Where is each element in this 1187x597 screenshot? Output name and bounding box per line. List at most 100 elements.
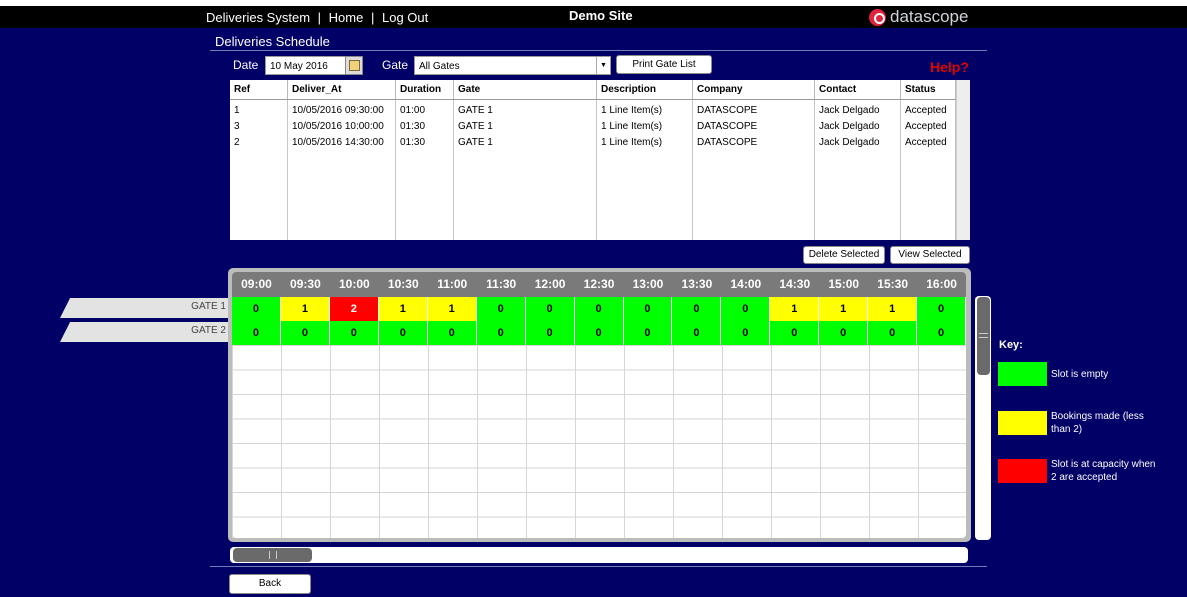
schedule-slot[interactable]: 1 [280,297,330,321]
logout-link[interactable]: Log Out [382,10,428,25]
chevron-down-icon[interactable]: ▼ [596,57,610,74]
gate-select[interactable]: All Gates ▼ [414,56,611,75]
date-label: Date [233,58,259,72]
column-header[interactable]: Company [693,80,815,99]
key-swatch-bookings [998,411,1047,435]
schedule-slot[interactable]: 0 [917,321,967,345]
gate-row-label: GATE 1 [60,298,228,318]
key-text-bookings: Bookings made (less than 2) [1051,411,1144,435]
table-cell: GATE 1 [458,105,493,116]
schedule-slot[interactable]: 0 [623,297,673,321]
logo-text: datascope [890,7,969,26]
schedule-slot[interactable]: 0 [868,321,918,345]
schedule-slot[interactable]: 0 [574,321,624,345]
time-slot-header: 15:00 [828,277,860,291]
table-row[interactable]: 3 10/05/2016 10:00:00 01:30 GATE 1 1 Line It… [230,116,956,132]
schedule-slot[interactable]: 2 [329,297,379,321]
horizontal-scroll-thumb[interactable] [233,548,312,562]
schedule-slot[interactable]: 1 [378,297,428,321]
key-swatch-empty [998,362,1047,386]
table-cell: 01:30 [400,121,426,132]
datascope-logo: datascope [869,7,968,27]
view-selected-button[interactable]: View Selected [890,246,970,264]
schedule-slot[interactable]: 1 [770,297,820,321]
schedule-slot[interactable]: 0 [721,321,771,345]
table-body: 1 10/05/2016 09:30:00 01:00 GATE 1 1 Line It… [230,100,956,240]
schedule-slot[interactable]: 1 [819,297,869,321]
schedule-empty-rows [232,345,966,538]
schedule-slot[interactable]: 0 [721,297,771,321]
key-swatch-capacity [998,459,1047,483]
column-divider [692,100,693,240]
schedule-slot[interactable]: 0 [280,321,330,345]
time-slot-header: 13:30 [681,277,713,291]
column-header[interactable]: Ref [230,80,288,99]
help-link[interactable]: Help? [930,59,969,75]
page-title: Deliveries Schedule [215,34,330,49]
schedule-slot[interactable]: 0 [672,297,722,321]
schedule-slot[interactable]: 1 [868,297,918,321]
schedule-slot[interactable]: 0 [232,321,281,345]
schedule-slot[interactable]: 0 [378,321,428,345]
table-cell: 3 [234,121,240,132]
schedule-slot[interactable]: 0 [574,297,624,321]
gate-label: Gate [382,58,409,72]
table-row[interactable]: 2 10/05/2016 14:30:00 01:30 GATE 1 1 Line It… [230,132,956,148]
schedule-slot[interactable]: 0 [623,321,673,345]
table-cell: Accepted [905,105,947,116]
time-slot-header: 12:00 [534,277,566,291]
calendar-icon [349,60,360,71]
schedule-slot[interactable]: 0 [329,321,379,345]
table-cell: 10/05/2016 10:00:00 [292,121,384,132]
schedule-slot[interactable]: 0 [476,321,526,345]
gate-select-value: All Gates [419,61,460,72]
print-gate-list-button[interactable]: Print Gate List [616,55,712,74]
table-cell: DATASCOPE [697,121,758,132]
column-header[interactable]: Gate [454,80,597,99]
schedule-slot[interactable]: 1 [427,297,477,321]
top-nav: Deliveries System | Home | Log Out [206,10,432,25]
schedule-slot[interactable]: 0 [232,297,281,321]
divider [210,566,987,567]
table-cell: Accepted [905,121,947,132]
key-text-capacity: Slot is at capacity when 2 are accepted [1051,459,1156,483]
schedule-slot[interactable]: 0 [427,321,477,345]
date-input[interactable]: 10 May 2016 [265,56,347,75]
back-button[interactable]: Back [229,574,311,594]
table-header: Ref Deliver_At Duration Gate Description Comp… [230,80,956,100]
time-slot-header: 10:30 [387,277,419,291]
schedule-slot[interactable]: 0 [525,321,575,345]
table-cell: Jack Delgado [819,121,880,132]
table-cell: GATE 1 [458,121,493,132]
calendar-button[interactable] [345,56,363,75]
table-row[interactable]: 1 10/05/2016 09:30:00 01:00 GATE 1 1 Line It… [230,100,956,116]
column-header[interactable]: Contact [815,80,901,99]
column-divider [814,100,815,240]
time-slot-header: 11:30 [486,277,517,291]
column-divider [596,100,597,240]
column-header[interactable]: Duration [396,80,454,99]
deliveries-table: Ref Deliver_At Duration Gate Description Comp… [230,80,956,240]
table-scrollbar[interactable] [956,80,970,240]
schedule-slot[interactable]: 0 [672,321,722,345]
schedule-slot[interactable]: 0 [770,321,820,345]
table-cell: 1 Line Item(s) [601,121,663,132]
top-bar: Deliveries System | Home | Log Out Demo … [0,6,1187,28]
table-cell: Jack Delgado [819,105,880,116]
column-header[interactable]: Description [597,80,693,99]
column-header[interactable]: Status [901,80,956,99]
home-link[interactable]: Home [329,10,364,25]
schedule-horizontal-scrollbar[interactable] [230,547,968,563]
table-cell: 1 [234,105,240,116]
schedule-slot[interactable]: 0 [525,297,575,321]
delete-selected-button[interactable]: Delete Selected [803,246,885,264]
column-header[interactable]: Deliver_At [288,80,396,99]
schedule-slot[interactable]: 0 [917,297,967,321]
vertical-scroll-thumb[interactable] [977,297,990,375]
schedule-slot[interactable]: 0 [819,321,869,345]
time-slot-header: 11:00 [437,277,468,291]
nav-separator: | [317,10,322,25]
schedule-slot[interactable]: 0 [476,297,526,321]
table-cell: 10/05/2016 09:30:00 [292,105,384,116]
key-title: Key: [999,339,1023,351]
